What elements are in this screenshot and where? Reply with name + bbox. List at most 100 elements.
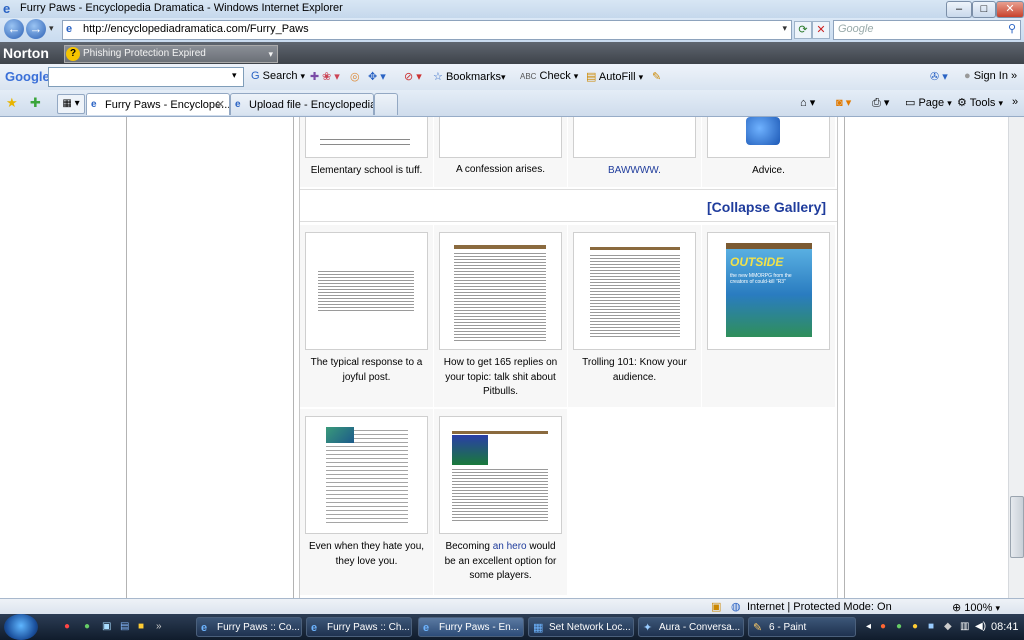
share-icon[interactable]: ✚ bbox=[310, 70, 319, 83]
tab-close-icon[interactable]: ✕ bbox=[216, 94, 225, 115]
ie-icon: e bbox=[201, 622, 208, 634]
globe-icon: ◍ bbox=[731, 601, 741, 613]
phishing-warning[interactable]: ? Phishing Protection Expired ▾ bbox=[64, 45, 278, 63]
quicklaunch-icon[interactable]: ● bbox=[84, 621, 90, 632]
gallery-thumbnail[interactable] bbox=[573, 232, 696, 350]
taskbar-item[interactable]: ✎ 6 - Paint bbox=[748, 617, 856, 637]
volume-icon[interactable]: ◀) bbox=[975, 621, 986, 632]
tab-upload-file[interactable]: e Upload file - Encyclopedia ... bbox=[230, 93, 374, 115]
gallery-thumbnail[interactable] bbox=[305, 232, 428, 350]
clock[interactable]: 08:41 bbox=[991, 621, 1019, 633]
search-icon[interactable]: ⚲ bbox=[1008, 22, 1016, 35]
home-icon[interactable]: ⌂ ▾ bbox=[800, 96, 815, 109]
quicklaunch-overflow-icon[interactable]: » bbox=[156, 621, 162, 632]
translate-icon[interactable]: ✥ ▾ bbox=[368, 70, 386, 83]
gallery-caption: A confession arises. bbox=[456, 164, 545, 175]
outside-magazine-cover: OUTSIDE the new MMORPG from the creators… bbox=[726, 243, 812, 337]
gallery-caption-link[interactable]: BAWWWW. bbox=[568, 164, 701, 179]
toolbar-overflow-icon[interactable]: » bbox=[1012, 96, 1018, 108]
close-button[interactable]: ✕ bbox=[996, 1, 1024, 18]
google-logo: Google bbox=[5, 69, 50, 84]
popup-blocker-icon[interactable]: ⊘ ▾ bbox=[404, 70, 422, 83]
quicklaunch-icon[interactable]: ▣ bbox=[102, 621, 111, 632]
sign-in-button[interactable]: ● Sign In » bbox=[964, 70, 1017, 82]
zone-status[interactable]: Internet | Protected Mode: On bbox=[747, 601, 892, 613]
tray-app-icon[interactable]: ● bbox=[912, 621, 918, 632]
quicklaunch-icon[interactable]: ■ bbox=[138, 621, 144, 632]
ie-logo-icon: e bbox=[3, 1, 11, 16]
tray-app-icon[interactable]: ◆ bbox=[944, 621, 952, 632]
news-icon[interactable]: ❀ ▾ bbox=[322, 70, 340, 83]
refresh-icon[interactable]: ⟳ bbox=[794, 21, 812, 39]
tray-app-icon[interactable]: ● bbox=[896, 621, 902, 632]
tab-bar: ★ ✚ ▦ ▾ e Furry Paws - Encyclope... ✕ e … bbox=[0, 90, 1024, 117]
taskbar-item[interactable]: ✦ Aura - Conversa... bbox=[638, 617, 744, 637]
gallery-caption: Elementary school is tuff. bbox=[310, 165, 423, 176]
tray-expand-icon[interactable]: ◂ bbox=[866, 621, 871, 632]
gallery-thumbnail[interactable] bbox=[305, 117, 428, 158]
gallery-thumbnail[interactable] bbox=[305, 416, 428, 534]
forward-button[interactable]: → bbox=[26, 19, 46, 39]
swirl-icon[interactable]: ◎ bbox=[350, 70, 360, 83]
settings-wrench-icon[interactable]: ✇ ▾ bbox=[930, 70, 948, 83]
gallery-thumbnail[interactable] bbox=[439, 416, 562, 534]
star-icon: ☆ bbox=[433, 71, 443, 83]
tab-furry-paws[interactable]: e Furry Paws - Encyclope... ✕ bbox=[86, 93, 230, 115]
zoom-level[interactable]: ⊕ 100% ▾ bbox=[952, 601, 1000, 614]
taskbar-item[interactable]: e Furry Paws :: Co... bbox=[196, 617, 302, 637]
ie-icon: e bbox=[311, 622, 318, 634]
autofill-button[interactable]: ▤ AutoFill ▾ bbox=[586, 70, 643, 83]
quicklaunch-icon[interactable]: ● bbox=[64, 621, 70, 632]
gallery-item: Advice. bbox=[702, 117, 835, 187]
gallery-caption: Becoming an hero would be an excellent o… bbox=[444, 541, 557, 581]
favorites-star-icon[interactable]: ★ bbox=[6, 95, 18, 111]
page-menu-button[interactable]: ▭ Page ▾ bbox=[905, 96, 952, 109]
gallery-thumbnail[interactable] bbox=[439, 117, 562, 158]
gallery-thumbnail[interactable]: OUTSIDE the new MMORPG from the creators… bbox=[707, 232, 830, 350]
forum-thread-screenshot bbox=[590, 253, 680, 337]
tools-menu-button[interactable]: ⚙ Tools ▾ bbox=[957, 96, 1003, 109]
google-search-button[interactable]: G Search ▾ bbox=[251, 70, 305, 82]
taskbar-item[interactable]: e Furry Paws :: Ch... bbox=[306, 617, 412, 637]
gallery-thumbnail[interactable] bbox=[707, 117, 830, 158]
add-favorites-icon[interactable]: ✚ bbox=[30, 95, 41, 111]
advice-image bbox=[746, 117, 780, 145]
network-tray-icon[interactable]: ▥ bbox=[960, 621, 969, 632]
stop-icon[interactable]: ✕ bbox=[812, 21, 830, 39]
bookmarks-button[interactable]: ☆ Bookmarks▾ bbox=[433, 70, 506, 83]
google-search-input[interactable] bbox=[48, 67, 244, 87]
gallery-caption: Advice. bbox=[752, 165, 785, 176]
quicklaunch-icon[interactable]: ▤ bbox=[120, 621, 129, 632]
web-search-input[interactable]: Google ⚲ bbox=[833, 20, 1021, 40]
user-icon: ● bbox=[964, 70, 971, 82]
gallery-thumbnail[interactable] bbox=[573, 117, 696, 158]
address-url[interactable]: http://encyclopediadramatica.com/Furry_P… bbox=[83, 23, 309, 35]
scrollbar-thumb[interactable] bbox=[1010, 496, 1024, 558]
start-button[interactable] bbox=[4, 614, 38, 640]
quick-tabs-icon[interactable]: ▦ ▾ bbox=[57, 94, 85, 114]
google-search-dropdown-icon[interactable]: ▾ bbox=[232, 70, 237, 81]
taskbar-item[interactable]: ▦ Set Network Loc... bbox=[528, 617, 634, 637]
abc-check-icon: ABC bbox=[520, 72, 537, 81]
minimize-button[interactable]: – bbox=[946, 1, 972, 18]
an-hero-link[interactable]: an hero bbox=[493, 541, 527, 552]
recent-pages-dropdown-icon[interactable]: ▾ bbox=[49, 23, 54, 34]
maximize-button[interactable]: □ bbox=[972, 1, 996, 18]
highlight-icon[interactable]: ✎ bbox=[652, 70, 661, 83]
collapse-gallery-link[interactable]: [Collapse Gallery] bbox=[707, 199, 826, 215]
chevron-down-icon[interactable]: ▾ bbox=[268, 46, 273, 62]
feeds-icon[interactable]: ◙ ▾ bbox=[836, 96, 851, 109]
taskbar-item[interactable]: e Furry Paws - En... bbox=[418, 617, 524, 637]
back-button[interactable]: ← bbox=[4, 19, 24, 39]
spell-check-button[interactable]: ABC Check ▾ bbox=[520, 70, 578, 82]
gallery-thumbnail[interactable] bbox=[439, 232, 562, 350]
tray-app-icon[interactable]: ● bbox=[880, 621, 886, 632]
address-bar[interactable]: e http://encyclopediadramatica.com/Furry… bbox=[62, 20, 792, 40]
address-dropdown-icon[interactable]: ▾ bbox=[782, 23, 787, 34]
gallery-item: The typical response to a joyful post. bbox=[300, 225, 433, 407]
new-tab-button[interactable] bbox=[374, 93, 398, 115]
network-icon: ▦ bbox=[533, 622, 544, 634]
gallery-item: Trolling 101: Know your audience. bbox=[568, 225, 701, 407]
tray-app-icon[interactable]: ■ bbox=[928, 621, 934, 632]
print-icon[interactable]: ⎙ ▾ bbox=[872, 96, 889, 110]
